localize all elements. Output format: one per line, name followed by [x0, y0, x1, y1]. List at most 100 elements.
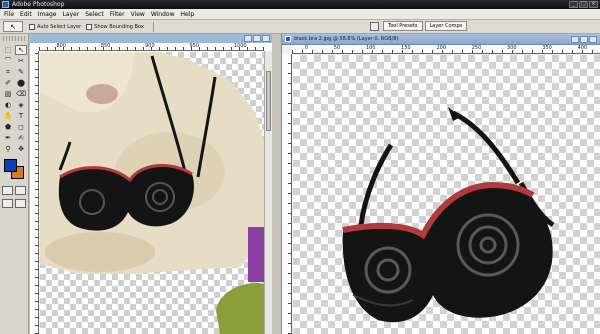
menu-help[interactable]: Help — [181, 11, 195, 18]
doc-maximize-button[interactable] — [253, 35, 261, 42]
menu-filter[interactable]: Filter — [110, 11, 125, 18]
vertical-ruler — [30, 51, 39, 334]
ruler-label: 50 — [333, 45, 341, 51]
foreground-color-swatch[interactable] — [4, 159, 17, 172]
slice-tool-icon[interactable]: ⌗ — [2, 67, 14, 77]
eyedropper-tool-icon[interactable]: ✍ — [15, 133, 27, 143]
type-tool-icon[interactable]: T — [15, 111, 27, 121]
doc-close-button[interactable] — [589, 36, 597, 43]
ruler-label: 850 — [100, 43, 111, 49]
menu-file[interactable]: File — [4, 11, 14, 18]
notes-tool-icon[interactable]: ✒ — [2, 133, 14, 143]
menu-edit[interactable]: Edit — [20, 11, 32, 18]
doc-close-button[interactable] — [262, 35, 270, 42]
doc-minimize-button[interactable] — [244, 35, 252, 42]
divider — [152, 21, 154, 32]
bra-strap-right — [451, 110, 521, 185]
document-window-bra: black bra 2.jpg @ 58.8% (Layer 0, RGB/8)… — [281, 34, 600, 334]
auto-select-layer-checkbox[interactable] — [29, 23, 35, 30]
close-button[interactable]: × — [589, 1, 598, 8]
gradient-tool-icon[interactable]: ◐ — [2, 100, 14, 110]
document-titlebar — [30, 34, 272, 43]
document-window-sheep: 800 850 900 950 1000 — [30, 34, 272, 334]
dodge-tool-icon[interactable]: ◈ — [15, 100, 27, 110]
doc-maximize-button[interactable] — [580, 36, 588, 43]
tab-layer-comps[interactable]: Layer Comps — [424, 21, 468, 31]
ruler-label: 0 — [304, 45, 309, 51]
stamp-tool-icon[interactable]: ⬤ — [15, 78, 27, 88]
app-title: Adobe Photoshop — [12, 1, 65, 8]
document-title: black bra 2.jpg @ 58.8% (Layer 0, RGB/8) — [294, 36, 399, 42]
standard-screen-button[interactable] — [2, 199, 13, 208]
history-brush-tool-icon[interactable]: ▧ — [2, 89, 14, 99]
minimize-button[interactable]: _ — [569, 1, 578, 8]
ruler-label: 1000 — [233, 43, 247, 49]
document-icon — [285, 36, 291, 42]
screen-mode-controls — [0, 197, 28, 210]
pencil-tool-icon[interactable]: ✐ — [2, 78, 14, 88]
show-bounding-box-option[interactable]: Show Bounding Box — [86, 23, 144, 30]
ruler-label: 150 — [401, 45, 411, 51]
scrollbar-thumb[interactable] — [266, 71, 271, 131]
menu-select[interactable]: Select — [85, 11, 104, 18]
crop-tool-icon[interactable]: ✂ — [15, 56, 27, 66]
pen-tool-icon[interactable]: ⬟ — [2, 122, 14, 132]
quick-mask-controls — [0, 184, 28, 197]
menu-layer[interactable]: Layer — [62, 11, 79, 18]
toolbox: ⬚ ↖ ⌒ ✂ ⌗ ✎ ✐ ⬤ ▧ ⌫ ◐ ◈ ✋ T ⬟ ◻ ✒ ✍ ⚲ ✥ — [0, 34, 29, 334]
canvas-sheep[interactable] — [40, 52, 264, 334]
standard-mode-button[interactable] — [2, 186, 13, 195]
ruler-label: 400 — [577, 45, 588, 51]
path-select-tool-icon[interactable]: ✥ — [15, 144, 27, 154]
ruler-label: 800 — [56, 43, 66, 49]
window-controls: _ □ × — [569, 1, 598, 8]
zoom-tool-icon[interactable]: ⚲ — [2, 144, 14, 154]
menu-view[interactable]: View — [131, 11, 145, 18]
app-titlebar: Adobe Photoshop _ □ × — [0, 0, 600, 9]
canvas-bra[interactable] — [293, 55, 600, 334]
shape-tool-icon[interactable]: ◻ — [15, 122, 27, 132]
horizontal-ruler-labels: 800 850 900 950 1000 — [39, 43, 264, 49]
tool-preset-picker[interactable]: ↖ — [3, 21, 23, 32]
bra-artwork — [342, 107, 555, 323]
toolbox-grip[interactable] — [3, 36, 25, 41]
bra-strap-left — [358, 143, 394, 226]
eraser-tool-icon[interactable]: ⌫ — [15, 89, 27, 99]
menu-bar: File Edit Image Layer Select Filter View… — [0, 9, 600, 20]
ruler-label: 300 — [507, 45, 517, 51]
palette-well-icon[interactable] — [370, 21, 379, 31]
show-bounding-box-label: Show Bounding Box — [94, 23, 144, 30]
auto-select-layer-option[interactable]: Auto Select Layer — [29, 23, 81, 30]
marquee-tool-icon[interactable]: ⬚ — [2, 45, 14, 55]
sheep-artwork — [40, 52, 264, 334]
sheep-legs — [45, 232, 155, 272]
document-titlebar: black bra 2.jpg @ 58.8% (Layer 0, RGB/8) — [282, 34, 600, 45]
sheep-nose — [86, 84, 118, 104]
ruler-label: 250 — [471, 45, 482, 51]
move-tool-icon[interactable]: ↖ — [15, 45, 27, 55]
options-bar: ↖ Auto Select Layer Show Bounding Box To… — [0, 20, 600, 34]
vertical-scrollbar[interactable] — [264, 51, 272, 334]
palette-well: Tool Presets Layer Comps — [370, 21, 469, 31]
tool-grid: ⬚ ↖ ⌒ ✂ ⌗ ✎ ✐ ⬤ ▧ ⌫ ◐ ◈ ✋ T ⬟ ◻ ✒ ✍ ⚲ ✥ — [0, 43, 28, 156]
brush-tool-icon[interactable]: ✎ — [15, 67, 27, 77]
photoshop-app-icon — [2, 1, 9, 8]
vertical-ruler — [282, 54, 292, 334]
ruler-label: 100 — [365, 45, 376, 51]
horizontal-ruler-labels: 0 50 100 150 200 250 300 350 400 — [292, 45, 600, 51]
doc-minimize-button[interactable] — [571, 36, 579, 43]
hand-tool-icon[interactable]: ✋ — [2, 111, 14, 121]
ruler-label: 900 — [145, 43, 155, 49]
ruler-label: 950 — [189, 43, 200, 49]
purple-leg-warmer — [248, 227, 264, 282]
lasso-tool-icon[interactable]: ⌒ — [2, 56, 14, 66]
menu-window[interactable]: Window — [151, 11, 175, 18]
green-boot — [216, 283, 264, 334]
quick-mask-mode-button[interactable] — [15, 186, 26, 195]
show-bounding-box-checkbox[interactable] — [86, 23, 93, 30]
doc-window-controls — [571, 36, 597, 43]
full-screen-button[interactable] — [15, 199, 26, 208]
menu-image[interactable]: Image — [38, 11, 57, 18]
tab-tool-presets[interactable]: Tool Presets — [383, 21, 423, 31]
maximize-button[interactable]: □ — [579, 1, 588, 8]
